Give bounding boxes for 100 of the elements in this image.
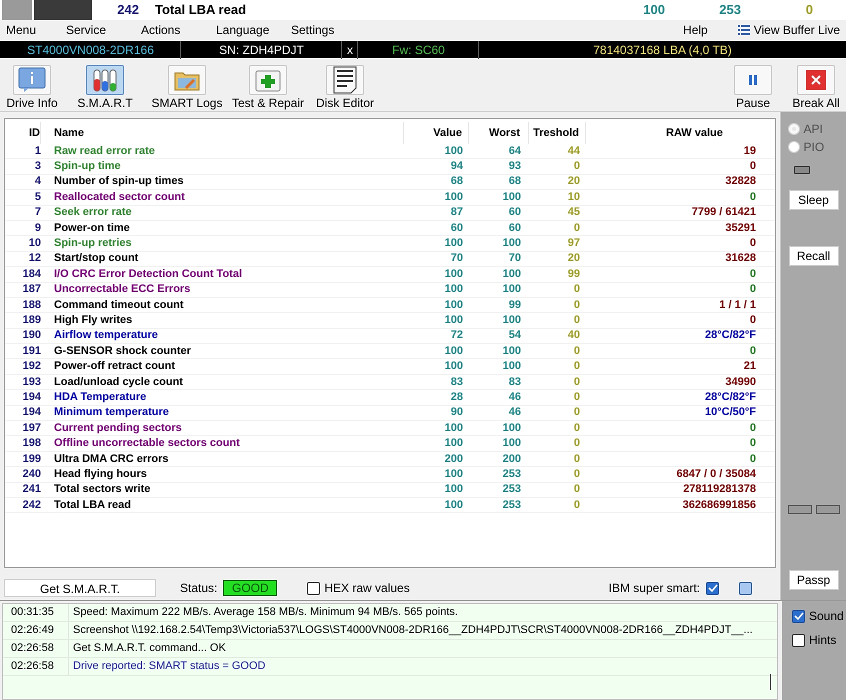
threshold-cell-text: 0: [572, 452, 581, 467]
recall-button[interactable]: Recall: [788, 246, 838, 266]
raw-value-cell-text: 35291: [724, 220, 757, 236]
threshold-cell-text: 0: [572, 298, 581, 313]
menu-item[interactable]: Menu: [0, 20, 60, 38]
checkbox[interactable]: [706, 582, 719, 594]
attribute-name: Spin-up time: [53, 159, 122, 174]
worst-cell-text: 200: [502, 452, 522, 467]
get-smart-button[interactable]: Get S.M.A.R.T.: [4, 579, 156, 597]
small-button[interactable]: [788, 505, 812, 514]
menu-item[interactable]: Service: [60, 20, 135, 38]
toolbar-button[interactable]: Test & Repair: [228, 65, 308, 111]
threshold-cell-text: 0: [572, 282, 581, 298]
row-id: 194: [22, 405, 41, 420]
value-cell-text: 100: [444, 190, 464, 205]
row-id: 12: [28, 251, 41, 266]
row-id: 9: [34, 220, 41, 236]
menu-item[interactable]: Actions: [135, 20, 210, 38]
value-cell-text: 68: [450, 174, 464, 190]
menu-item[interactable]: Help: [683, 20, 708, 38]
value-cell-text: 100: [444, 144, 464, 159]
log-time: 02:26:58: [3, 640, 69, 657]
threshold-header[interactable]: Treshold: [529, 122, 586, 144]
color-swatch[interactable]: [739, 582, 752, 594]
value-cell-text: 90: [450, 405, 464, 420]
checkbox[interactable]: [307, 582, 320, 594]
toolbar-button[interactable]: Break All: [788, 65, 844, 111]
value-cell-text: 100: [444, 236, 464, 252]
worst-cell-text: 253: [502, 482, 522, 498]
attribute-name: Ultra DMA CRC errors: [53, 452, 170, 467]
attribute-name: G-SENSOR shock counter: [53, 344, 192, 359]
attribute-name: High Fly writes: [53, 313, 134, 328]
serial-number: SN: ZDH4PDJT: [182, 40, 342, 58]
worst-cell-text: 64: [508, 144, 522, 159]
value-header[interactable]: Value: [404, 122, 469, 144]
toolbar-button[interactable]: S.M.A.R.T: [64, 65, 146, 111]
worst-cell-text: 83: [508, 374, 522, 390]
toolbar-button[interactable]: Disk Editor: [310, 65, 380, 111]
threshold-cell-text: 97: [566, 236, 581, 252]
attribute-name: Total sectors write: [53, 482, 152, 498]
checkbox-label: HEX raw values: [324, 580, 410, 597]
raw-value-cell-text: 0: [748, 282, 757, 298]
value-cell-text: 70: [450, 251, 464, 266]
status-label: Status:: [180, 580, 218, 597]
row-id: 4: [34, 174, 41, 190]
scrollbar-thumb[interactable]: [770, 674, 771, 690]
log-time: 02:26:58: [3, 658, 69, 675]
raw-value-cell-text: 0: [748, 266, 757, 282]
raw-value-cell-text: 31628: [724, 251, 757, 266]
id-header[interactable]: ID: [5, 122, 41, 144]
log-message: Screenshot \\192.168.2.54\Temp3\Victoria537\LOGS\ST4000VN008-2DR166__ZDH4PDJT\SCR\ST4000VN008-2DR166__ZDH4PDJT__...: [72, 623, 753, 638]
checkbox-label: Sound: [809, 608, 844, 625]
row-id: 191: [22, 344, 41, 359]
toolbar-button[interactable]: SMART Logs: [148, 65, 226, 111]
threshold-cell-text: 0: [572, 390, 581, 405]
worst-cell-text: 46: [508, 390, 522, 405]
row-id: 190: [22, 328, 41, 344]
info-icon: [18, 67, 46, 93]
close-icon: [806, 70, 826, 90]
threshold-cell-text: 0: [572, 313, 581, 328]
raw-value-cell-text: 32828: [724, 174, 757, 190]
checkbox[interactable]: [792, 634, 805, 646]
worst-cell-text: 100: [502, 344, 522, 359]
row-id: 197: [22, 420, 41, 436]
close-drive-button[interactable]: x: [343, 40, 358, 58]
worst-cell-text: 100: [502, 282, 522, 298]
small-button[interactable]: [816, 505, 840, 514]
menu-item[interactable]: Language: [210, 20, 285, 38]
threshold-cell-text: 99: [566, 266, 581, 282]
row-id: 193: [22, 374, 41, 390]
name-header[interactable]: Name: [41, 122, 404, 144]
view-buffer-button[interactable]: View Buffer Live: [738, 20, 840, 38]
indicator-light: [794, 166, 810, 174]
row-id: 5: [34, 190, 41, 205]
sleep-button[interactable]: Sleep: [788, 190, 838, 210]
raw-value-cell-text: 34990: [724, 374, 757, 390]
worst-cell-text: 100: [502, 359, 522, 374]
value-cell-text: 28: [450, 390, 464, 405]
threshold-cell-text: 0: [572, 498, 581, 513]
menu-item[interactable]: Settings: [285, 20, 345, 38]
row-id: 240: [22, 466, 41, 482]
toolbar-button[interactable]: Pause: [720, 65, 786, 111]
value-cell-text: 100: [444, 359, 464, 374]
threshold-cell-text: 40: [566, 328, 581, 344]
raw-value-header[interactable]: RAW value: [586, 122, 768, 144]
attribute-name: Reallocated sector count: [53, 190, 186, 205]
raw-value-cell-text: 278119281378: [682, 482, 757, 498]
worst-cell-text: 100: [502, 266, 522, 282]
passp-button[interactable]: Passp: [788, 570, 838, 590]
worst-cell-text: 60: [508, 220, 522, 236]
value-cell-text: 83: [450, 374, 464, 390]
checkbox[interactable]: [792, 610, 805, 622]
worst-cell-text: 253: [718, 1, 741, 20]
value-cell-text: 100: [444, 482, 464, 498]
toolbar-button[interactable]: Drive Info: [2, 65, 62, 111]
worst-cell-text: 46: [508, 405, 522, 420]
pause-icon: [747, 74, 759, 86]
worst-header[interactable]: Worst: [469, 122, 529, 144]
row-id: 199: [22, 452, 41, 467]
raw-value-cell-text: 0: [748, 236, 757, 252]
